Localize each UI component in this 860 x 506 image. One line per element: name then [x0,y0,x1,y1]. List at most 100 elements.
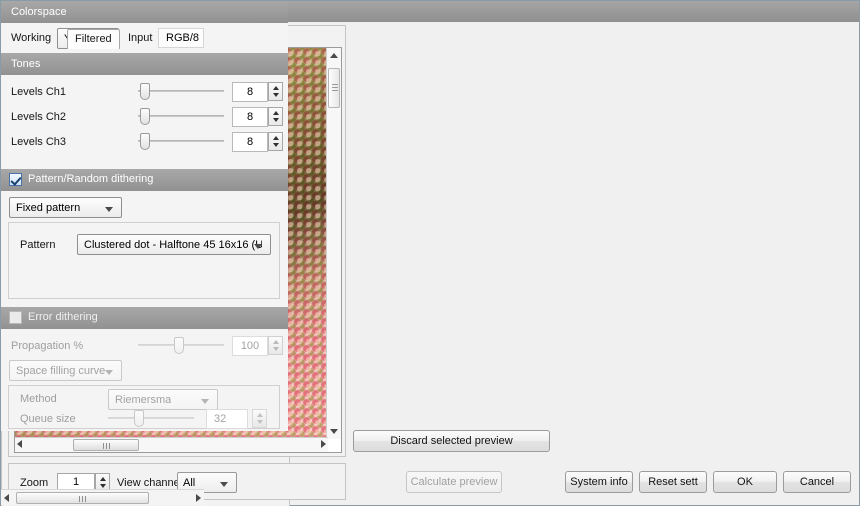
slider-thumb[interactable] [140,83,150,100]
slider-thumb[interactable] [140,133,150,150]
input-format-value-box: RGB/8 [158,28,204,48]
chevron-left-icon[interactable] [17,440,22,448]
slider-thumb[interactable] [174,337,184,354]
chevron-down-icon [220,482,228,487]
levels-ch1-label: Levels Ch1 [11,86,67,98]
method-value: Riemersma [115,394,172,406]
reset-settings-button[interactable]: Reset sett [639,471,707,493]
chevron-down-icon [272,93,279,97]
stepper-down[interactable] [269,91,282,99]
scroll-up-button[interactable] [327,48,341,63]
chevron-down-icon [201,399,209,404]
chevron-up-icon [272,111,279,115]
chevron-down-icon [272,347,279,351]
pattern-label: Pattern [20,239,56,251]
error-dithering-label: Error dithering [28,311,98,323]
view-channel-value: All [183,477,196,489]
pattern-mode-value: Fixed pattern [16,202,81,214]
slider-thumb[interactable] [140,108,150,125]
chevron-right-icon[interactable] [321,440,326,448]
working-label: Working [11,32,52,44]
levels-ch3-label: Levels Ch3 [11,136,67,148]
stepper-down[interactable] [253,418,266,426]
calculate-preview-button[interactable]: Calculate preview [406,471,502,493]
cancel-button[interactable]: Cancel [783,471,851,493]
propagation-value: 100 [240,340,260,352]
chevron-left-icon[interactable] [4,494,9,502]
error-mode-value: Space filling curve [16,365,106,377]
slider-thumb[interactable] [134,410,144,427]
chevron-down-icon [272,143,279,147]
error-mode-select[interactable]: Space filling curve [9,360,122,381]
levels-ch3-value: 8 [246,136,254,148]
tab-filtered[interactable]: Filtered [67,29,120,49]
pattern-mode-select[interactable]: Fixed pattern [9,197,122,218]
ok-button[interactable]: OK [713,471,777,493]
propagation-input[interactable]: 100 [232,336,268,356]
slider-track [138,90,224,92]
horizontal-scroll-thumb[interactable] [16,492,149,504]
levels-ch3-input[interactable]: 8 [232,132,268,152]
grip-icon [103,443,111,449]
levels-ch2-stepper[interactable] [268,107,283,126]
pattern-options-box: Pattern Clustered dot - Halftone 45 16x1… [8,222,280,299]
stepper-down[interactable] [269,345,282,353]
levels-ch3-stepper[interactable] [268,132,283,151]
system-info-button[interactable]: System info [565,471,633,493]
slider-track [138,115,224,117]
chevron-up-icon [272,86,279,90]
levels-ch2-value: 8 [246,111,254,123]
chevron-up-icon [272,136,279,140]
propagation-label: Propagation % [11,340,84,352]
error-dithering-checkbox[interactable] [9,311,22,324]
method-label: Method [20,393,57,405]
stepper-down[interactable] [269,116,282,124]
preview-horizontal-scrollbar[interactable] [15,437,328,452]
pattern-dithering-label: Pattern/Random dithering [28,173,154,185]
levels-ch2-label: Levels Ch2 [11,111,67,123]
application-window: Ximagic ColorDither 3.8.0 ( 32 ) Origina… [0,0,860,506]
chevron-up-icon [330,53,338,58]
levels-ch1-slider[interactable] [138,82,224,100]
view-channel-label: View channel [117,477,183,489]
queue-size-stepper[interactable] [252,409,267,428]
stepper-down[interactable] [269,141,282,149]
pattern-dithering-checkbox[interactable] [9,173,22,186]
chevron-down-icon [105,370,113,375]
pattern-dithering-header-bar[interactable]: Pattern/Random dithering [1,169,288,191]
slider-track [138,140,224,142]
pattern-value: Clustered dot - Halftone 45 16x16 (Ulic [84,239,262,251]
chevron-down-icon [272,118,279,122]
chevron-down-icon [105,207,113,212]
horizontal-scroll-thumb[interactable] [73,439,139,451]
error-dithering-header-bar[interactable]: Error dithering [1,307,288,329]
levels-ch3-slider[interactable] [138,132,224,150]
chevron-up-icon [256,413,263,417]
levels-ch1-input[interactable]: 8 [232,82,268,102]
levels-ch2-input[interactable]: 8 [232,107,268,127]
saved-previews-horizontal-scrollbar[interactable] [1,489,204,505]
queue-size-input[interactable]: 32 [206,409,248,429]
colorspace-body: Working YCbCr Input RGB/8 [1,23,288,53]
queue-size-slider[interactable] [108,409,194,427]
error-method-box: Method Riemersma Queue size 32 [8,385,280,429]
grip-icon [332,84,338,91]
chevron-right-icon[interactable] [196,494,201,502]
error-dithering-body: Propagation % 100 Space filling curve Me… [1,329,288,431]
scroll-down-button[interactable] [327,424,341,439]
vertical-scroll-thumb[interactable] [328,68,340,108]
propagation-slider[interactable] [138,336,224,354]
chevron-up-icon [99,477,106,481]
grip-icon [79,496,87,502]
levels-ch2-slider[interactable] [138,107,224,125]
tones-body: Levels Ch1 8 Levels Ch2 8 Levels Ch3 8 [1,75,288,169]
chevron-down-icon [99,484,106,488]
levels-ch1-stepper[interactable] [268,82,283,101]
pattern-dithering-body: Fixed pattern Pattern Clustered dot - Ha… [1,191,288,307]
pattern-select[interactable]: Clustered dot - Halftone 45 16x16 (Ulic [77,234,271,255]
preview-vertical-scrollbar[interactable] [326,48,341,439]
method-select[interactable]: Riemersma [108,389,218,410]
discard-selected-preview-button[interactable]: Discard selected preview [353,430,550,452]
propagation-stepper[interactable] [268,336,283,355]
levels-ch1-value: 8 [246,86,254,98]
